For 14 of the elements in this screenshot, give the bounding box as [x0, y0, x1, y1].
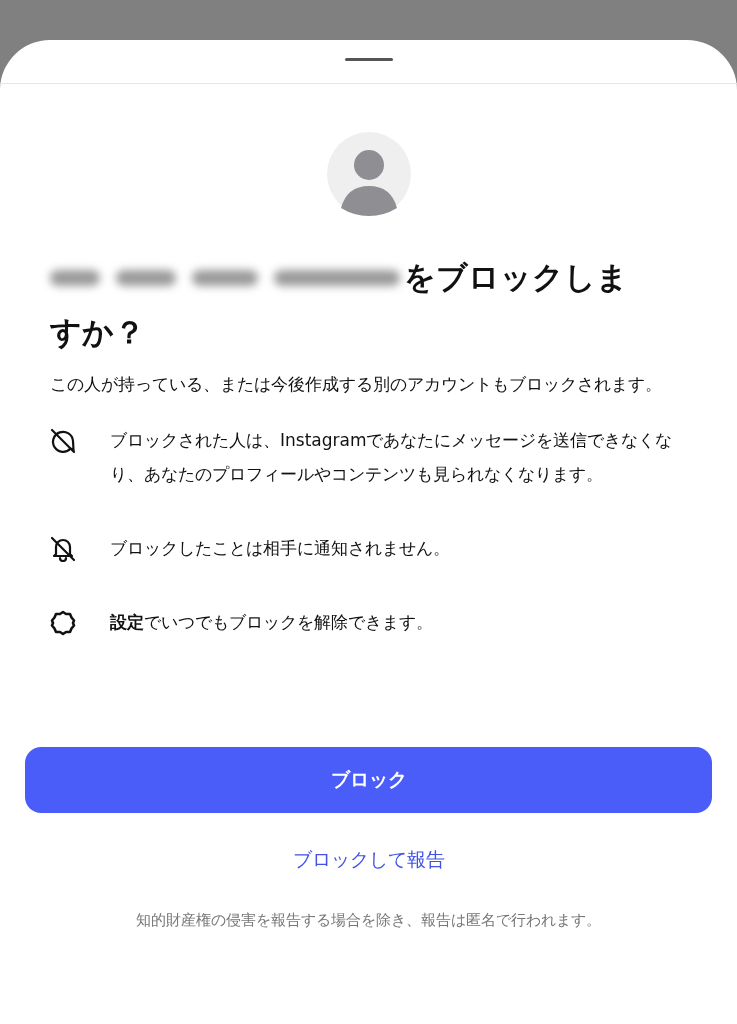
crossed-chat-bubble-icon: [50, 428, 76, 454]
drag-handle[interactable]: [344, 58, 393, 61]
info-text: ブロックされた人は、Instagramであなたにメッセージを送信できなくなり、あなたのプロフィールやコンテンツも見られなくなります。: [110, 429, 674, 486]
info-text: 設定でいつでもブロックを解除できます。: [110, 611, 433, 634]
crossed-bell-icon: [50, 536, 76, 562]
dialog-title: すか？: [50, 313, 145, 352]
settings-icon: [50, 610, 76, 636]
description-text: この人が持っている、または今後作成する別のアカウントもブロックされます。: [50, 373, 663, 396]
footnote-text: 知的財産権の侵害を報告する場合を除き、報告は匿名で行われます。: [136, 911, 601, 930]
dialog-title: をブロックしま: [404, 258, 628, 297]
avatar-icon: [326, 132, 411, 216]
info-text: ブロックしたことは相手に通知されません。: [110, 537, 450, 560]
block-and-report-link[interactable]: ブロックして報告: [292, 847, 445, 873]
block-button[interactable]: ブロック: [25, 747, 712, 813]
